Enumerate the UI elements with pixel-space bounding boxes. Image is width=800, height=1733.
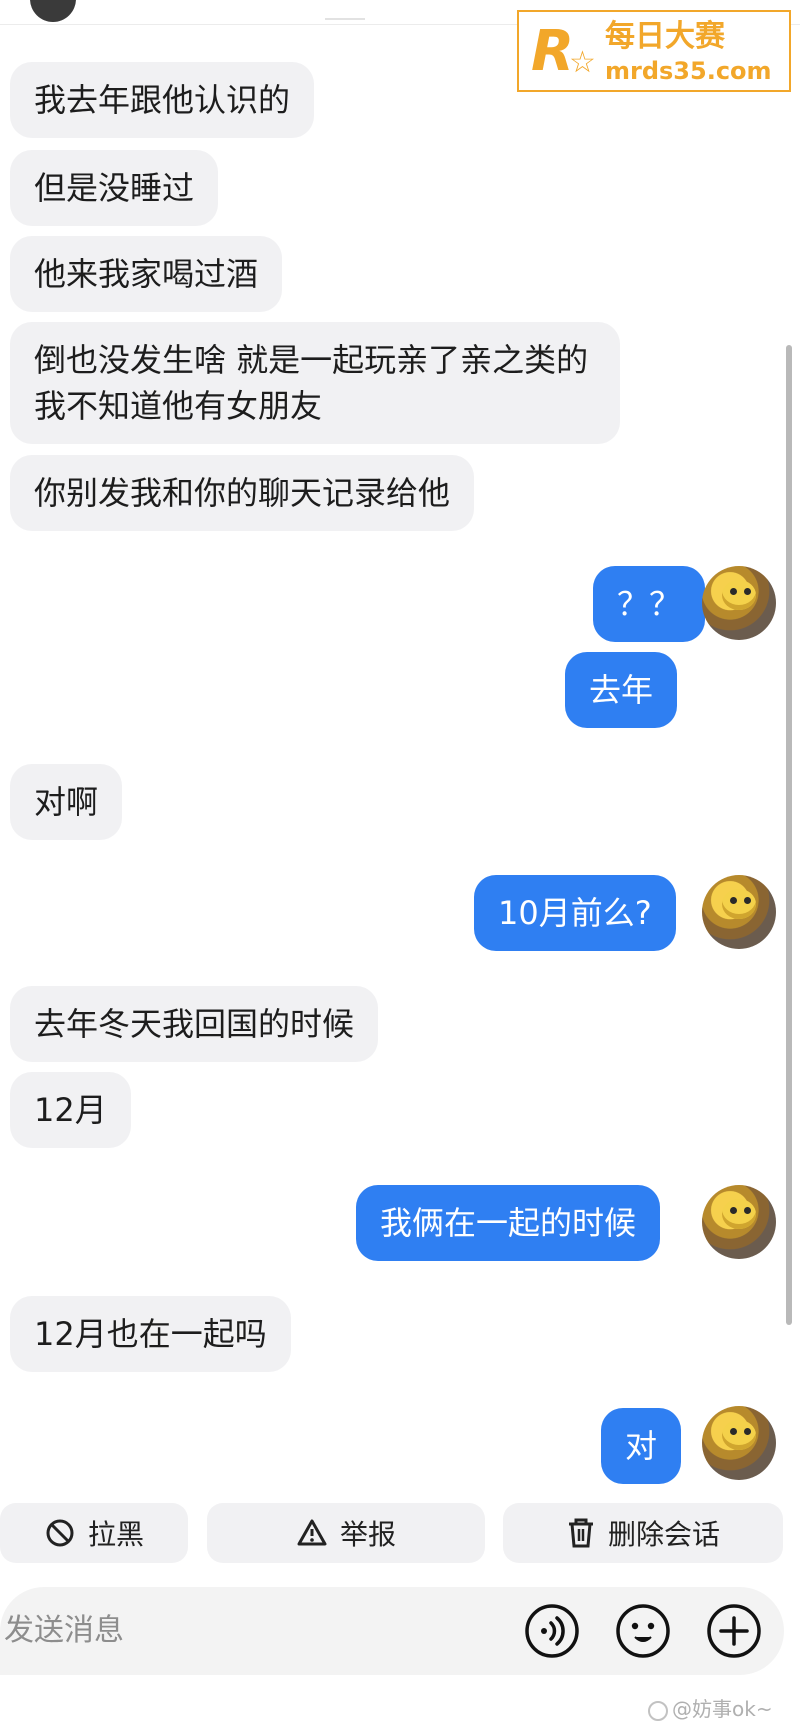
trash-icon [568,1518,593,1548]
scrollbar[interactable] [786,345,792,1325]
report-button[interactable]: 举报 [207,1503,485,1563]
weibo-icon [648,1700,668,1721]
message-bubble-incoming[interactable]: 去年冬天我回国的时候 [10,986,379,1062]
message-bubble-outgoing[interactable]: 去年 [565,652,678,728]
message-bubble-incoming[interactable]: 12月 [10,1072,131,1148]
contact-avatar[interactable] [30,0,76,22]
site-watermark: R ☆ 每日大赛 mrds35.com [517,10,791,92]
message-bubble-outgoing[interactable]: ？？ [593,566,706,642]
warning-icon [297,1519,327,1546]
message-bubble-incoming[interactable]: 你别发我和你的聊天记录给他 [10,455,475,531]
message-bubble-outgoing[interactable]: 我俩在一起的时候 [356,1185,661,1261]
voice-icon[interactable] [524,1603,580,1659]
site-name: 每日大赛 [605,19,725,54]
weibo-watermark: @妨事ok~ [648,1695,773,1723]
block-button[interactable]: 拉黑 [0,1503,188,1563]
my-avatar[interactable] [702,1406,776,1480]
divider [325,18,365,20]
my-avatar[interactable] [702,1185,776,1259]
site-logo: R ☆ [531,19,596,84]
message-bubble-incoming[interactable]: 但是没睡过 [10,150,219,226]
message-bubble-incoming[interactable]: 我去年跟他认识的 [10,62,315,138]
site-url: mrds35.com [605,57,772,85]
message-bubble-incoming[interactable]: 他来我家喝过酒 [10,236,283,312]
my-avatar[interactable] [702,875,776,949]
block-label: 拉黑 [87,1518,144,1551]
message-bubble-outgoing[interactable]: 10月前么? [474,875,676,951]
plus-icon[interactable] [706,1603,762,1659]
emoji-icon[interactable] [615,1603,671,1659]
message-input[interactable]: 发送消息 [4,1609,124,1653]
report-label: 举报 [339,1518,396,1551]
message-bubble-incoming[interactable]: 12月也在一起吗 [10,1296,291,1372]
delete-conversation-label: 删除会话 [607,1518,720,1551]
message-bubble-incoming[interactable]: 倒也没发生啥 就是一起玩亲了亲之类的 我不知道他有女朋友 [10,322,620,444]
message-bubble-outgoing[interactable]: 对 [601,1408,682,1484]
delete-conversation-button[interactable]: 删除会话 [503,1503,783,1563]
star-icon: ☆ [569,45,596,80]
my-avatar[interactable] [702,566,776,640]
message-input-bar: 发送消息 [0,1587,784,1675]
block-icon [46,1519,74,1547]
message-bubble-incoming[interactable]: 对啊 [10,764,123,840]
